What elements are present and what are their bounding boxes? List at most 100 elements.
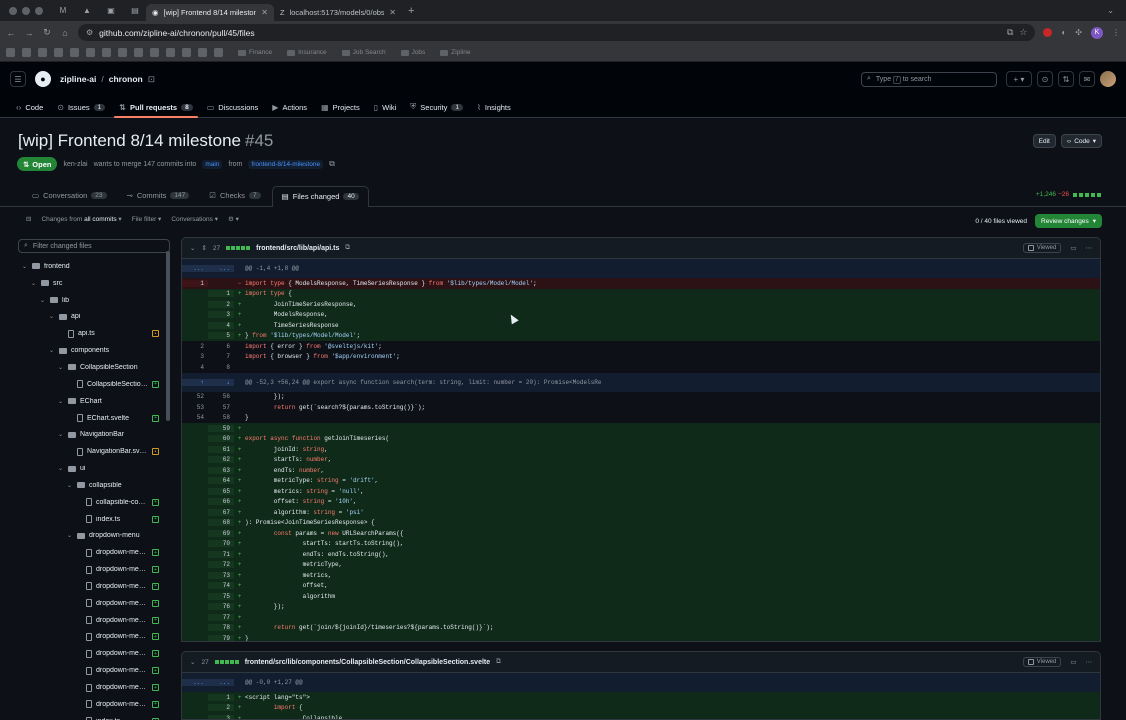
extension-icon[interactable]: ◐ <box>1061 28 1066 37</box>
back-icon[interactable]: ← <box>6 28 16 38</box>
tree-file[interactable]: dropdown-menu-ra... + <box>18 629 164 646</box>
new-line-number[interactable]: 60 <box>208 435 234 443</box>
repo-nav-security[interactable]: ⛨ Security 1 <box>405 102 468 118</box>
drive-icon[interactable]: ▲ <box>76 3 98 19</box>
comment-icon[interactable]: ▭ <box>1070 658 1076 666</box>
chevron-down-icon[interactable]: ⌄ <box>22 263 28 270</box>
tree-folder[interactable]: ⌄ lib <box>18 292 164 309</box>
tree-file[interactable]: dropdown-menu-su... + <box>18 679 164 696</box>
tree-folder[interactable]: ⌄ ui <box>18 460 164 477</box>
new-line-number[interactable]: 59 <box>208 424 234 432</box>
browser-tab[interactable]: Z localhost:5173/models/0/obs ✕ <box>274 4 402 21</box>
new-line-number[interactable]: 1 <box>208 290 234 298</box>
tab-checks[interactable]: ☑ Checks 7 <box>200 191 269 206</box>
tree-file[interactable]: CollapsibleSection.sv... + <box>18 376 164 393</box>
new-line-number[interactable]: 56 <box>208 393 234 400</box>
new-line-number[interactable]: 79 <box>208 634 234 641</box>
collapse-chevron-icon[interactable]: ⌄ <box>190 658 195 666</box>
new-line-number[interactable]: 3 <box>208 311 234 319</box>
avatar[interactable] <box>1100 71 1116 87</box>
new-line-number[interactable]: ... <box>208 679 234 686</box>
expand-all-icon[interactable]: ⇕ <box>201 244 206 252</box>
hunk-header[interactable]: ...... @@ -0,0 +1,27 @@ <box>182 673 1100 692</box>
tree-file[interactable]: dropdown-menu-ite... + <box>18 578 164 595</box>
new-line-number[interactable]: 63 <box>208 466 234 474</box>
calendar-icon[interactable]: ▣ <box>100 3 122 19</box>
bookmark-folder[interactable]: Job Search <box>342 49 386 56</box>
bookmark-icon[interactable] <box>102 48 111 57</box>
old-line-number[interactable]: 2 <box>182 343 208 350</box>
repo-nav-code[interactable]: ‹› Code <box>11 103 48 118</box>
review-changes-button[interactable]: Review changes ▾ <box>1035 214 1102 228</box>
old-line-number[interactable]: 52 <box>182 393 208 400</box>
tree-folder[interactable]: ⌄ NavigationBar <box>18 426 164 443</box>
new-line-number[interactable]: 74 <box>208 582 234 590</box>
extension-icon[interactable] <box>1043 28 1053 37</box>
new-line-number[interactable]: 72 <box>208 561 234 569</box>
tree-folder[interactable]: ⌄ api <box>18 309 164 326</box>
new-line-number[interactable]: 3 <box>208 714 234 719</box>
bookmark-icon[interactable] <box>118 48 127 57</box>
chevron-down-icon[interactable]: ⌄ <box>40 297 46 304</box>
new-line-number[interactable]: 1 <box>208 693 234 701</box>
tree-file[interactable]: dropdown-menu-su... + <box>18 696 164 713</box>
new-line-number[interactable]: 2 <box>208 300 234 308</box>
old-line-number[interactable]: ... <box>182 679 208 686</box>
tab-commits[interactable]: ⊸ Commits 147 <box>118 191 199 206</box>
bookmark-icon[interactable] <box>70 48 79 57</box>
chevron-down-icon[interactable]: ⌄ <box>58 398 64 405</box>
repo-nav-insights[interactable]: ⌇ Insights <box>472 103 516 118</box>
author-link[interactable]: ken-zlai <box>63 161 87 168</box>
base-branch[interactable]: main <box>202 159 223 169</box>
kebab-menu-icon[interactable]: ⋯ <box>1086 244 1093 252</box>
close-icon[interactable]: ✕ <box>389 8 396 17</box>
sidebar-toggle-icon[interactable]: ⊟ <box>26 215 31 223</box>
chevron-down-icon[interactable]: ⌄ <box>58 364 64 371</box>
gmail-icon[interactable]: M <box>52 3 74 19</box>
url-field[interactable]: ⚙ github.com/zipline-ai/chronon/pull/45/… <box>78 24 1036 41</box>
hamburger-icon[interactable]: ☰ <box>10 71 26 87</box>
repo-nav-actions[interactable]: ▶ Actions <box>267 103 312 118</box>
bookmark-icon[interactable] <box>182 48 191 57</box>
collapse-chevron-icon[interactable]: ⌄ <box>190 244 195 252</box>
bookmark-icon[interactable] <box>22 48 31 57</box>
new-line-number[interactable]: 8 <box>208 364 234 371</box>
gear-icon[interactable]: ⚙ ▾ <box>228 215 239 223</box>
pull-requests-icon[interactable]: ⇅ <box>1058 71 1074 87</box>
github-logo-icon[interactable]: ● <box>35 71 51 87</box>
bookmark-folder[interactable]: Insurance <box>287 49 327 56</box>
install-icon[interactable]: ⧉ <box>1007 27 1013 38</box>
new-line-number[interactable]: 71 <box>208 550 234 558</box>
tree-file[interactable]: dropdown-menu-se... + <box>18 645 164 662</box>
new-line-number[interactable]: 76 <box>208 603 234 611</box>
new-line-number[interactable]: 2 <box>208 704 234 712</box>
new-line-number[interactable]: 68 <box>208 519 234 527</box>
inbox-icon[interactable]: ✉ <box>1079 71 1095 87</box>
file-filter-dropdown[interactable]: File filter ▾ <box>132 215 162 223</box>
chevron-down-icon[interactable]: ⌄ <box>49 347 55 354</box>
copy-icon[interactable]: ⧉ <box>345 244 350 252</box>
tab-files-changed[interactable]: ▤ Files changed 40 <box>271 186 369 207</box>
copy-icon[interactable]: ⧉ <box>329 159 335 169</box>
new-line-number[interactable]: 62 <box>208 456 234 464</box>
new-line-number[interactable]: 58 <box>208 414 234 421</box>
hunk-header[interactable]: ...... @@ -1,4 +1,8 @@ <box>182 259 1100 278</box>
browser-tab-active[interactable]: ◉ [wip] Frontend 8/14 milestone ✕ <box>146 4 274 21</box>
bookmark-icon[interactable] <box>6 48 15 57</box>
bookmark-icon[interactable] <box>166 48 175 57</box>
new-line-number[interactable]: 61 <box>208 445 234 453</box>
window-controls[interactable] <box>0 6 52 15</box>
bookmark-icon[interactable] <box>134 48 143 57</box>
new-line-number[interactable]: 57 <box>208 404 234 411</box>
new-line-number[interactable]: ⇣ <box>208 378 234 386</box>
forward-icon[interactable]: → <box>24 28 34 38</box>
viewed-checkbox[interactable]: Viewed <box>1022 243 1062 253</box>
tree-file[interactable]: EChart.svelte + <box>18 410 164 427</box>
conversations-dropdown[interactable]: Conversations ▾ <box>171 215 218 223</box>
new-line-number[interactable]: 77 <box>208 613 234 621</box>
bookmark-star-icon[interactable]: ☆ <box>1019 27 1027 38</box>
chevron-down-icon[interactable]: ⌄ <box>58 465 64 472</box>
repo-nav-projects[interactable]: ▦ Projects <box>316 103 365 118</box>
tree-folder[interactable]: ⌄ frontend <box>18 258 164 275</box>
new-line-number[interactable]: 5 <box>208 332 234 340</box>
